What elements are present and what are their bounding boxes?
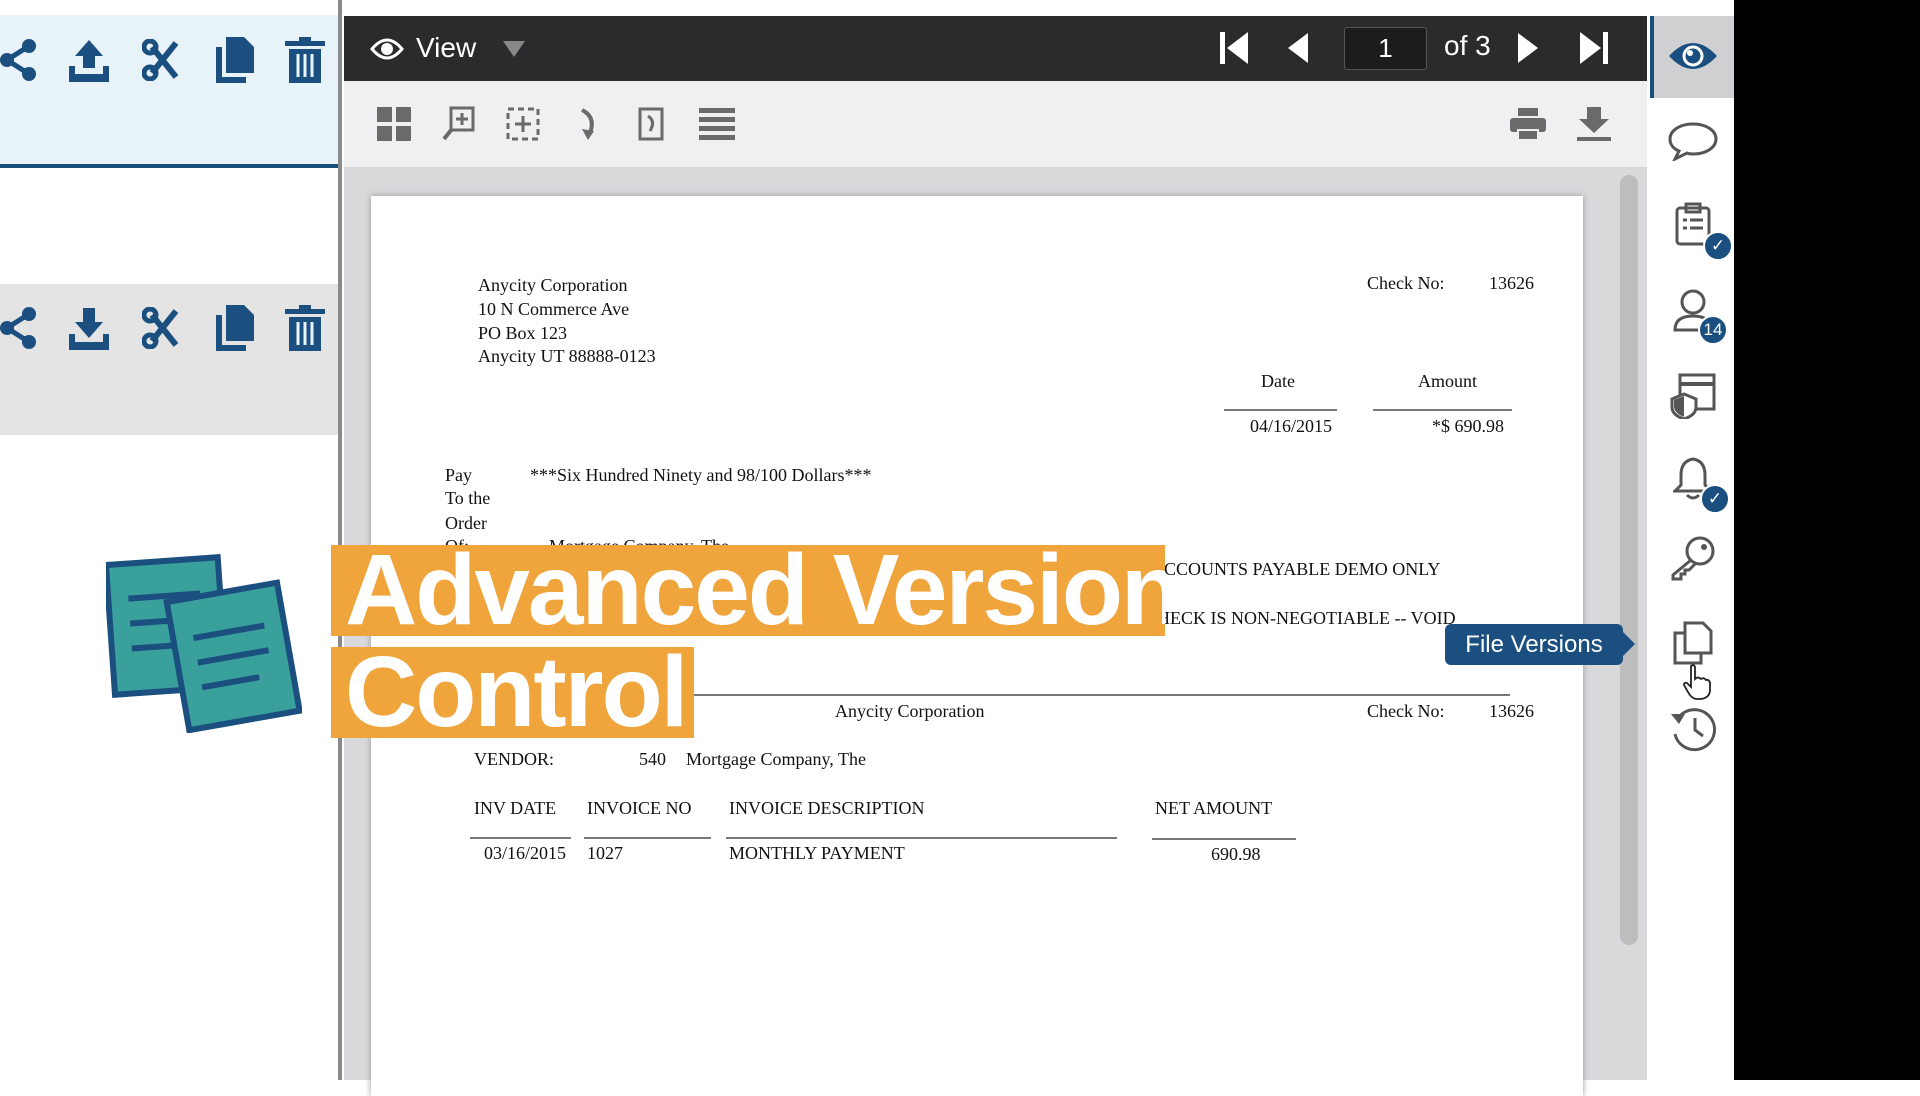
vertical-scrollbar[interactable]	[1620, 175, 1638, 945]
row-description: MONTHLY PAYMENT	[729, 843, 905, 863]
pay-label: Pay	[445, 465, 472, 485]
check-no-label: Check No:	[1367, 273, 1445, 293]
view-mode-label[interactable]: View	[416, 32, 476, 64]
row-invoice-no: 1027	[587, 843, 623, 863]
stub-company: Anycity Corporation	[835, 701, 985, 721]
letterbox	[1734, 0, 1920, 1080]
copy-icon[interactable]	[210, 304, 258, 352]
view-icon[interactable]	[1665, 28, 1721, 84]
cut-icon[interactable]	[138, 36, 186, 84]
row-inv-date: 03/16/2015	[484, 843, 567, 863]
doc-company: Anycity Corporation	[478, 275, 628, 295]
zoom-in-icon[interactable]	[439, 104, 479, 144]
col-invoice-description: INVOICE DESCRIPTION	[729, 798, 925, 818]
last-page-icon[interactable]	[1578, 30, 1610, 66]
notifications-check-badge: ✓	[1700, 484, 1730, 514]
row-net-amount: 690.98	[1211, 844, 1261, 864]
first-page-icon[interactable]	[1218, 30, 1250, 66]
to-the-label: To the	[445, 488, 491, 508]
share-icon[interactable]	[0, 36, 42, 84]
check-date: 04/16/2015	[1250, 416, 1333, 436]
rotate-page-icon[interactable]	[631, 104, 671, 144]
delete-icon[interactable]	[281, 36, 329, 84]
next-page-icon[interactable]	[1516, 30, 1540, 66]
amount-label: Amount	[1418, 371, 1478, 391]
doc-address3: Anycity UT 88888-0123	[478, 346, 656, 366]
date-label: Date	[1261, 371, 1295, 391]
page-count: of 3	[1444, 30, 1491, 61]
rotate-icon[interactable]	[568, 104, 608, 144]
upload-icon[interactable]	[65, 36, 113, 84]
comments-icon[interactable]	[1665, 113, 1721, 169]
col-inv-date: INV DATE	[474, 798, 557, 818]
share-icon[interactable]	[0, 304, 42, 352]
doc-address1: 10 N Commerce Ave	[478, 299, 630, 319]
file-versions-tooltip: File Versions	[1445, 624, 1635, 665]
vendor-label: VENDOR:	[474, 749, 554, 769]
chevron-down-icon[interactable]	[502, 40, 526, 58]
documents-logo-icon	[106, 551, 302, 733]
pay-amount-words: ***Six Hundred Ninety and 98/100 Dollars…	[530, 465, 872, 485]
panel-divider[interactable]	[338, 0, 342, 1080]
hand-cursor-icon	[1682, 662, 1712, 702]
retention-icon[interactable]	[1665, 366, 1721, 422]
delete-icon[interactable]	[281, 304, 329, 352]
title-banner-line2: Control	[331, 647, 694, 738]
thumbnails-icon[interactable]	[374, 104, 414, 144]
copy-icon[interactable]	[210, 36, 258, 84]
vendor-number: 540	[639, 749, 666, 769]
permissions-icon[interactable]	[1665, 530, 1721, 586]
demo-notice: ACCOUNTS PAYABLE DEMO ONLY	[1151, 559, 1441, 579]
history-icon[interactable]	[1665, 701, 1721, 757]
eye-icon[interactable]	[370, 32, 404, 66]
void-notice: CHECK IS NON-NEGOTIABLE -- VOID	[1145, 608, 1456, 628]
check-amount: *$ 690.98	[1432, 416, 1504, 436]
col-invoice-no: INVOICE NO	[587, 798, 692, 818]
page-number-input[interactable]: 1	[1344, 27, 1427, 70]
stub-check-no-label: Check No:	[1367, 701, 1445, 721]
doc-address2: PO Box 123	[478, 323, 568, 343]
download-icon[interactable]	[1574, 104, 1614, 144]
download-icon[interactable]	[65, 304, 113, 352]
col-net-amount: NET AMOUNT	[1155, 798, 1273, 818]
order-label: Order	[445, 513, 487, 533]
print-icon[interactable]	[1508, 104, 1548, 144]
users-count-badge: 14	[1698, 315, 1728, 345]
title-banner-line1: Advanced Version	[331, 545, 1165, 636]
list-icon[interactable]	[697, 104, 737, 144]
fit-selection-icon[interactable]	[503, 104, 543, 144]
cut-icon[interactable]	[138, 304, 186, 352]
tasks-check-badge: ✓	[1703, 231, 1733, 261]
previous-page-icon[interactable]	[1286, 30, 1310, 66]
check-no: 13626	[1489, 273, 1534, 293]
vendor-name: Mortgage Company, The	[686, 749, 866, 769]
stub-check-no: 13626	[1489, 701, 1534, 721]
